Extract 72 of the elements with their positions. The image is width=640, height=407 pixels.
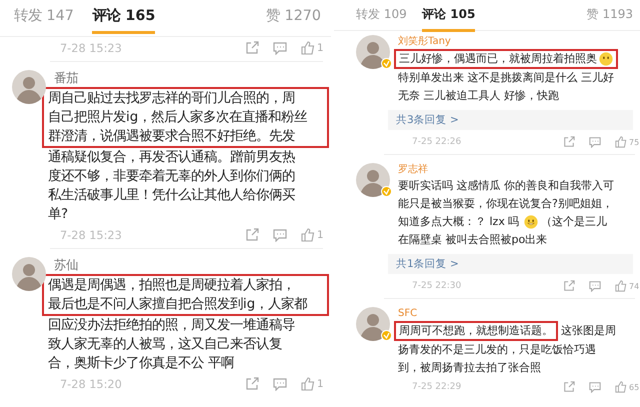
comment-text: 知道多点大概：？ lzx — [398, 214, 505, 230]
comment-text: 特别单发出来 这不是挑拨离间是什么 三儿好 — [398, 70, 614, 86]
share-icon[interactable] — [563, 136, 575, 148]
comment-icon[interactable] — [273, 41, 287, 55]
comment-text: 无奈 三儿被迫工具人 好惨，快跑 — [398, 88, 559, 104]
user-name[interactable]: 苏仙 — [54, 257, 327, 274]
timestamp: 7-28 15:20 — [60, 378, 123, 391]
comment-text: 单? — [48, 206, 68, 224]
like-count: 1 — [317, 229, 325, 242]
avatar[interactable] — [356, 307, 390, 341]
share-icon[interactable] — [245, 228, 259, 242]
timestamp: 7-28 15:23 — [60, 228, 123, 242]
comment-text: 合，奥斯卡少了你真是不公 平啊 — [48, 354, 234, 374]
like-count: 1 — [317, 378, 325, 390]
user-name[interactable]: SFC — [398, 307, 639, 321]
avatar[interactable] — [12, 70, 46, 104]
comment-text: 扬青发的不是三儿发的，只是吃饭恰巧遇 — [398, 342, 596, 358]
share-icon[interactable] — [245, 377, 259, 392]
highlighted-text: 周自己贴过去找罗志祥的哥们儿合照的，周 自己把照片发ig，然后人家多次在直播和粉丝 群澄清，说偶遇被要求合照不好拒绝。先发 — [42, 87, 329, 148]
comment-text: 这张图是周 — [561, 323, 616, 339]
comment-text: 私生活破事儿里！凭什么让其他人给你俩买 — [48, 186, 295, 206]
comment-text: 通稿疑似复合，再发否认通稿。蹭前男友热 — [48, 148, 295, 168]
comment-text: 吗 — [508, 214, 519, 230]
thumbs-up-icon[interactable] — [615, 136, 627, 148]
avatar[interactable] — [356, 35, 390, 69]
tab[interactable]: 转发 147 — [14, 2, 74, 34]
tab[interactable]: 赞 1193 — [586, 2, 633, 32]
like-count: 65 — [629, 382, 640, 392]
comment-text: 回应没办法拒绝拍的照，周又发一堆通稿导 — [48, 316, 295, 336]
user-name[interactable]: 罗志祥 — [398, 163, 639, 177]
comment-icon[interactable] — [589, 280, 601, 292]
emoji-icon — [599, 52, 613, 66]
comment-icon[interactable] — [273, 377, 287, 392]
user-name[interactable]: 刘笑彤Tany — [398, 35, 639, 49]
comment-text: 要听实话吗 这感情瓜 你的善良和自我带入可 — [398, 178, 614, 194]
comment-text: （这个是三儿 — [540, 214, 607, 230]
comment-icon[interactable] — [273, 228, 287, 242]
user-name[interactable]: 番茄 — [54, 70, 327, 88]
share-icon[interactable] — [245, 41, 259, 55]
comment-icon[interactable] — [589, 381, 601, 393]
timestamp: 7-25 22:30 — [412, 281, 462, 291]
comment-icon[interactable] — [589, 136, 601, 148]
comment-text: 致人家无辜的人被骂，这又自己来否认复 — [48, 336, 282, 354]
highlighted-text: 周周可不想跑，就想制造话题。 — [399, 323, 553, 339]
tab[interactable]: 评论 105 — [422, 2, 476, 32]
share-icon[interactable] — [563, 280, 575, 292]
thumbs-up-icon[interactable] — [615, 280, 627, 292]
avatar[interactable] — [12, 257, 46, 292]
emoji-icon — [524, 215, 538, 229]
avatar[interactable] — [356, 163, 390, 197]
highlighted-text: 偶遇是周偶遇，拍照也是周硬拉着人家拍， 最后也是不问人家擅自把合照发到ig，人家都 — [42, 274, 329, 316]
timestamp: 7-25 22:29 — [412, 382, 462, 392]
comment-text: 到，被周扬青拉去拍了张合照 — [398, 360, 541, 376]
comment-text: 在隔壁桌 被叫去合照被po出来 — [398, 232, 548, 248]
thumbs-up-icon[interactable] — [301, 377, 315, 392]
like-count: 1 — [317, 42, 325, 54]
replies-link[interactable]: 共3条回复 > — [388, 110, 633, 130]
like-count: 75 — [629, 138, 640, 146]
comment-text: 度还不够，非要牵着无辜的外人到你们俩的 — [48, 168, 295, 186]
thumbs-up-icon[interactable] — [615, 381, 627, 393]
timestamp: 7-28 15:23 — [60, 42, 123, 54]
thumbs-up-icon[interactable] — [301, 228, 315, 242]
timestamp: 7-25 22:26 — [412, 137, 462, 147]
highlighted-text: 三儿好惨，偶遇而已，就被周拉着拍照奥 — [399, 51, 597, 67]
comment-text: 能只是被当猴耍，你现在说复合?别吧姐姐， — [398, 196, 613, 212]
tab[interactable]: 赞 1270 — [266, 2, 321, 34]
tab[interactable]: 转发 109 — [356, 2, 407, 32]
thumbs-up-icon[interactable] — [301, 41, 315, 55]
like-count: 74 — [629, 282, 640, 290]
tab[interactable]: 评论 165 — [92, 2, 156, 34]
replies-link[interactable]: 共1条回复 > — [388, 254, 633, 274]
share-icon[interactable] — [563, 381, 575, 393]
